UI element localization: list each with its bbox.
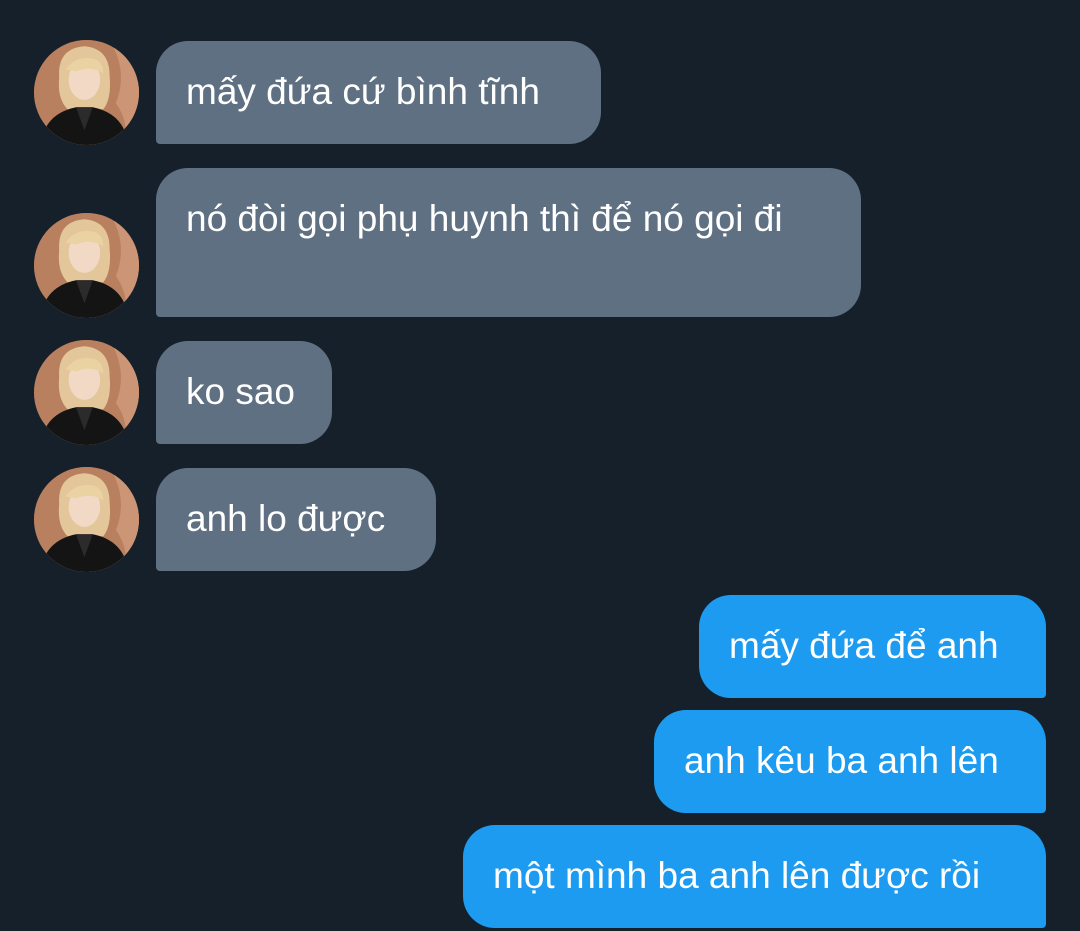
person-photo-icon <box>34 340 139 445</box>
sender-avatar[interactable] <box>34 40 139 145</box>
incoming-message[interactable]: ko sao <box>156 341 332 444</box>
outgoing-message[interactable]: một mình ba anh lên được rồi <box>463 825 1046 928</box>
incoming-message[interactable]: mấy đứa cứ bình tĩnh <box>156 41 601 144</box>
incoming-message[interactable]: anh lo được <box>156 468 436 571</box>
sender-avatar[interactable] <box>34 213 139 318</box>
sender-avatar[interactable] <box>34 467 139 572</box>
person-photo-icon <box>34 213 139 318</box>
chat-thread: mấy đứa cứ bình tĩnh nó đòi gọi phụ huyn… <box>0 0 1080 931</box>
outgoing-message[interactable]: mấy đứa để anh <box>699 595 1046 698</box>
person-photo-icon <box>34 40 139 145</box>
person-photo-icon <box>34 467 139 572</box>
sender-avatar[interactable] <box>34 340 139 445</box>
incoming-message[interactable]: nó đòi gọi phụ huynh thì để nó gọi đi <box>156 168 861 317</box>
outgoing-message[interactable]: anh kêu ba anh lên <box>654 710 1046 813</box>
